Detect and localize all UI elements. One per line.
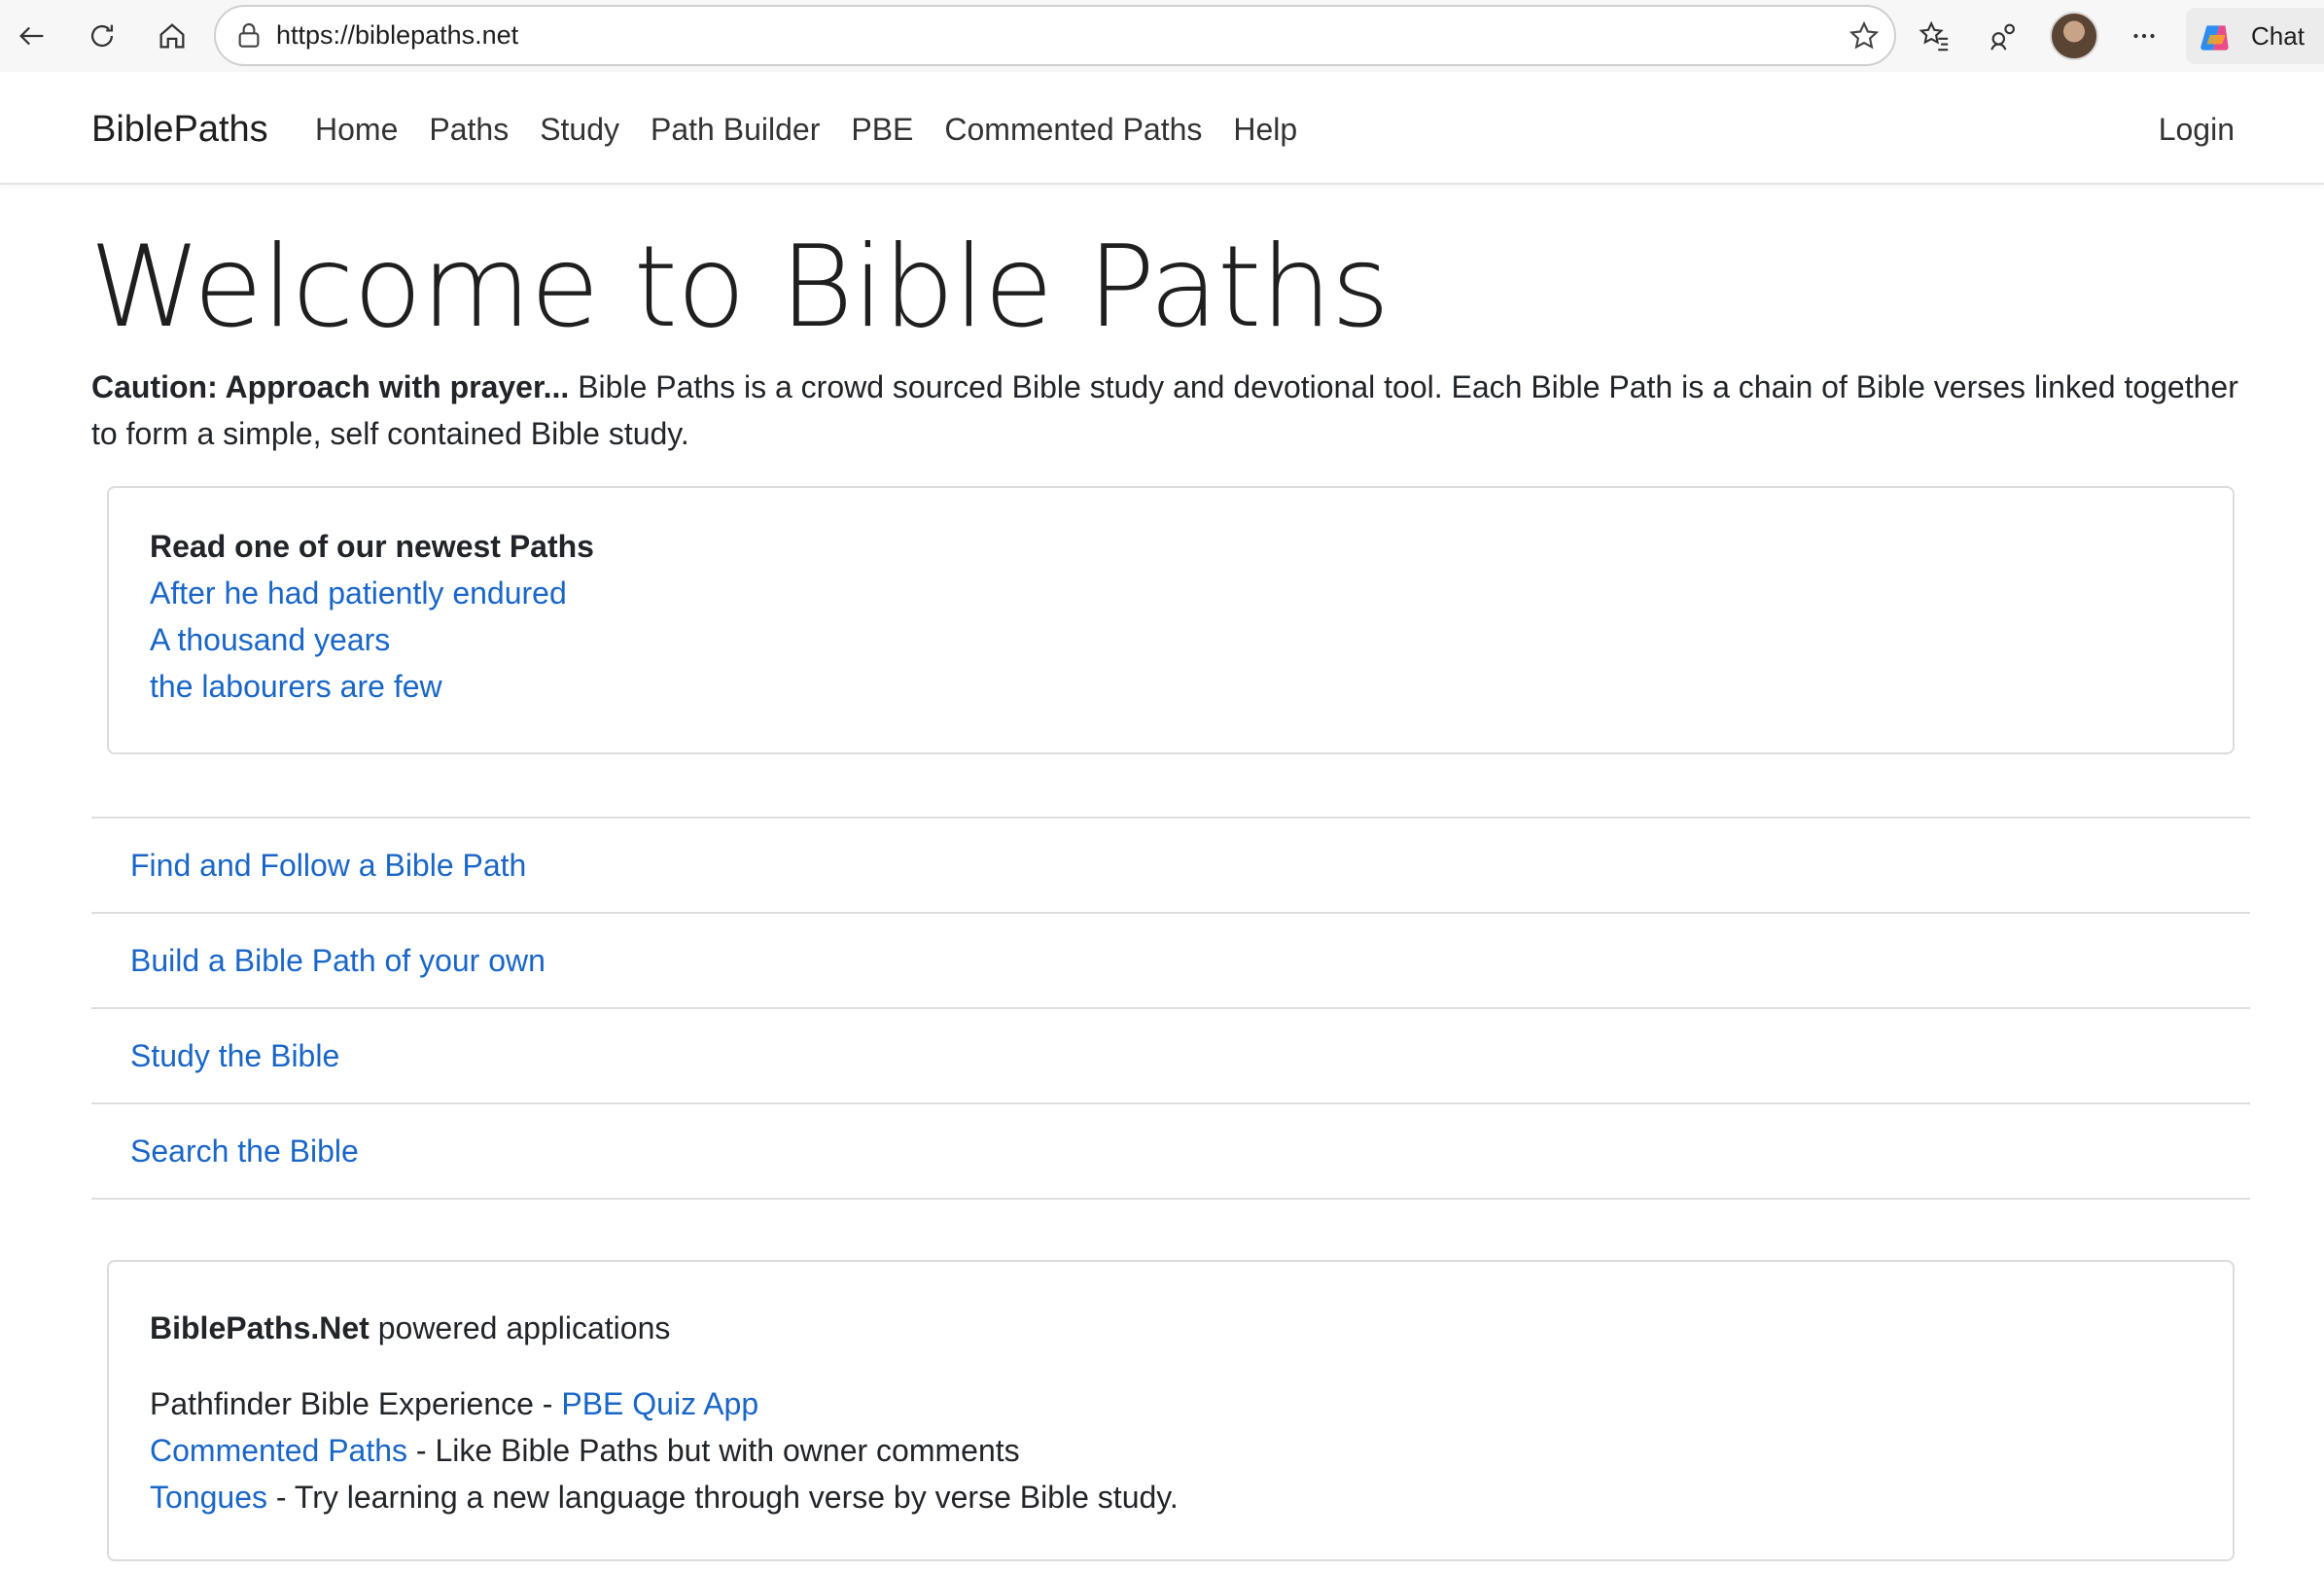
back-button[interactable] — [8, 12, 56, 60]
apps-heading-rest: powered applications — [369, 1310, 671, 1345]
intro-text: Caution: Approach with prayer... Bible P… — [91, 364, 2250, 457]
newest-path-link[interactable]: After he had patiently endured — [150, 576, 567, 611]
extensions-icon — [1990, 23, 2015, 51]
nav-pbe[interactable]: PBE — [851, 112, 913, 148]
nav-help[interactable]: Help — [1233, 112, 1297, 148]
browser-toolbar: https://biblepaths.net Chat — [0, 0, 2324, 72]
app-line-pre: Pathfinder Bible Experience - — [150, 1386, 562, 1421]
search-bible-link[interactable]: Search the Bible — [91, 1104, 2250, 1200]
action-list: Find and Follow a Bible Path Build a Bib… — [91, 817, 2250, 1200]
more-icon — [2133, 33, 2155, 39]
favorites-button[interactable] — [1910, 12, 1958, 60]
caution-text: Caution: Approach with prayer... — [91, 369, 570, 404]
star-icon[interactable] — [1848, 19, 1881, 52]
brand-logo[interactable]: BiblePaths — [91, 74, 268, 185]
newest-path-link[interactable]: A thousand years — [150, 622, 390, 658]
refresh-button[interactable] — [78, 12, 126, 60]
chat-label: Chat — [2251, 20, 2305, 51]
newest-paths-card: Read one of our newest Paths After he ha… — [107, 486, 2235, 754]
more-button[interactable] — [2120, 12, 2168, 60]
home-button[interactable] — [148, 12, 196, 60]
newest-paths-title: Read one of our newest Paths — [150, 529, 594, 564]
site-navbar: BiblePaths Home Paths Study Path Builder… — [0, 74, 2324, 185]
app-line-tongues: Tongues - Try learning a new language th… — [150, 1480, 1179, 1516]
profile-avatar[interactable] — [2050, 12, 2098, 60]
nav-commented-paths[interactable]: Commented Paths — [944, 112, 1202, 148]
login-link[interactable]: Login — [2159, 74, 2235, 185]
app-line-post: - Like Bible Paths but with owner commen… — [407, 1433, 1020, 1468]
back-arrow-icon — [19, 26, 44, 46]
tongues-link[interactable]: Tongues — [150, 1480, 267, 1515]
app-line-commented: Commented Paths - Like Bible Paths but w… — [150, 1433, 1020, 1469]
commented-paths-link[interactable]: Commented Paths — [150, 1433, 407, 1468]
copilot-icon — [2201, 25, 2229, 51]
url-text[interactable]: https://biblepaths.net — [276, 7, 518, 64]
apps-heading: BiblePaths.Net powered applications — [150, 1310, 670, 1346]
copilot-chat-button[interactable]: Chat — [2186, 8, 2324, 64]
apps-brand: BiblePaths.Net — [150, 1310, 370, 1345]
page-title: Welcome to Bible Paths — [89, 222, 1390, 353]
extensions-button[interactable] — [1980, 12, 2028, 60]
favorites-icon — [1919, 20, 1949, 52]
build-path-link[interactable]: Build a Bible Path of your own — [91, 914, 2250, 1009]
app-line-pbe: Pathfinder Bible Experience - PBE Quiz A… — [150, 1386, 758, 1422]
app-line-post: - Try learning a new language through ve… — [266, 1480, 1179, 1515]
nav-paths[interactable]: Paths — [429, 112, 509, 148]
nav-home[interactable]: Home — [315, 112, 398, 148]
study-bible-link[interactable]: Study the Bible — [91, 1009, 2250, 1104]
nav-path-builder[interactable]: Path Builder — [651, 112, 820, 148]
nav-study[interactable]: Study — [540, 112, 619, 148]
home-icon — [159, 23, 185, 49]
nav-links: Home Paths Study Path Builder PBE Commen… — [315, 74, 1297, 185]
powered-apps-card: BiblePaths.Net powered applications Path… — [107, 1260, 2235, 1561]
find-path-link[interactable]: Find and Follow a Bible Path — [91, 819, 2250, 914]
refresh-icon — [90, 24, 114, 48]
pbe-quiz-app-link[interactable]: PBE Quiz App — [561, 1386, 758, 1421]
address-bar[interactable]: https://biblepaths.net — [214, 5, 1896, 66]
newest-path-link[interactable]: the labourers are few — [150, 669, 442, 705]
lock-icon[interactable] — [233, 20, 264, 52]
